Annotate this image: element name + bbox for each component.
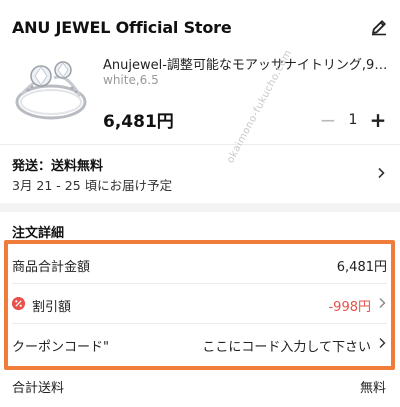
coupon-label: クーポンコード" <box>12 340 109 355</box>
product-title[interactable]: Anujewel-調整可能なモアッサナイトリング,925ス... <box>103 54 390 73</box>
total-shipping-label: 合計送料 <box>12 381 65 396</box>
product-variant: white,6.5 <box>103 73 159 87</box>
total-shipping-row: 合計送料 無料 <box>0 372 400 407</box>
divider <box>0 144 400 145</box>
discount-row[interactable]: 割引額 -998円 <box>8 284 391 324</box>
discount-percent-icon <box>12 297 25 310</box>
chevron-right-icon <box>379 338 386 348</box>
store-header: ANU JEWEL Official Store <box>0 0 400 50</box>
increase-quantity-button[interactable]: + <box>368 109 388 133</box>
delivery-estimate: 3月 21 - 25 頃にお届け予定 <box>12 178 173 193</box>
total-shipping-value: 無料 <box>359 381 386 396</box>
quantity-value: 1 <box>348 112 358 128</box>
shipping-label: 発送：送料無料 <box>12 159 104 174</box>
coupon-row[interactable]: クーポンコード" ここにコード入力して下さい <box>8 324 391 364</box>
section-gap <box>0 203 400 212</box>
product-card[interactable]: Anujewel-調整可能なモアッサナイトリング,925ス... white,6… <box>0 50 400 142</box>
shipping-row[interactable]: 発送：送料無料 3月 21 - 25 頃にお届け予定 <box>0 146 400 200</box>
ring-image <box>10 50 92 134</box>
coupon-input[interactable]: ここにコード入力して下さい <box>202 336 371 355</box>
quantity-stepper: − 1 + <box>318 109 388 133</box>
order-details-heading: 注文詳細 <box>12 226 65 241</box>
discount-value: -998円 <box>328 300 371 315</box>
decrease-quantity-button[interactable]: − <box>318 109 338 133</box>
pencil-icon[interactable] <box>370 18 388 36</box>
chevron-right-icon <box>378 167 385 179</box>
product-price: 6,481円 <box>103 112 174 132</box>
subtotal-label: 商品合計金額 <box>12 260 91 275</box>
subtotal-value: 6,481円 <box>336 260 387 275</box>
subtotal-row: 商品合計金額 6,481円 <box>8 244 391 284</box>
chevron-right-icon <box>379 298 386 308</box>
store-name: ANU JEWEL Official Store <box>12 18 232 37</box>
discount-label: 割引額 <box>32 300 72 315</box>
